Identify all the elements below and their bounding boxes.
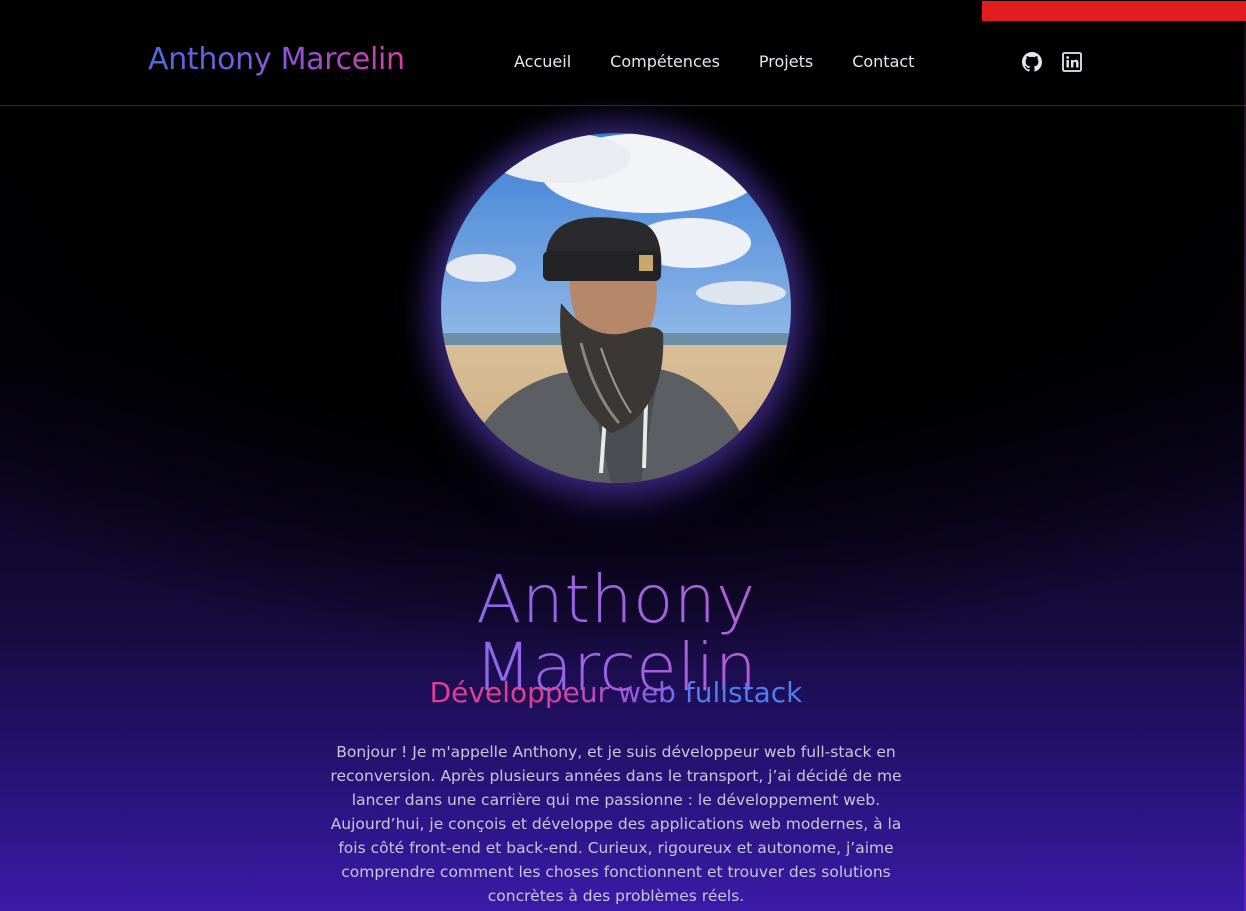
- page: Anthony Marcelin Accueil Compétences Pro…: [0, 0, 1246, 911]
- nav-links: Accueil Compétences Projets Contact: [514, 52, 914, 71]
- nav-item-accueil[interactable]: Accueil: [514, 52, 571, 71]
- github-icon[interactable]: [1022, 52, 1042, 72]
- top-accent-bar: [982, 1, 1246, 21]
- nav-item-contact[interactable]: Contact: [852, 52, 914, 71]
- hero-role: Développeur web fullstack: [0, 676, 1232, 709]
- hero-name-line1: Anthony: [476, 561, 756, 639]
- social-links: [1022, 52, 1082, 72]
- hero-role-text: Développeur web fullstack: [429, 676, 803, 709]
- nav-item-projets[interactable]: Projets: [759, 52, 813, 71]
- profile-photo: [441, 133, 791, 483]
- linkedin-icon[interactable]: [1062, 52, 1082, 72]
- nav-item-competences[interactable]: Compétences: [610, 52, 720, 71]
- hero-bio: Bonjour ! Je m'appelle Anthony, et je su…: [330, 742, 902, 905]
- brand-logo[interactable]: Anthony Marcelin: [148, 42, 405, 77]
